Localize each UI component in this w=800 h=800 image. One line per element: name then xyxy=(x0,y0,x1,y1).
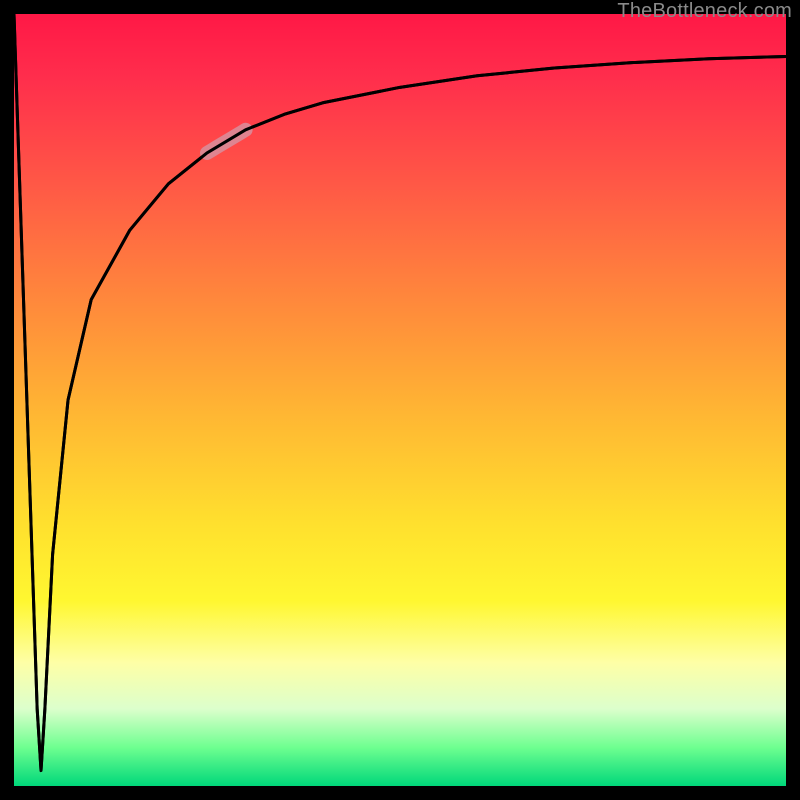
plot-area xyxy=(14,14,786,786)
bottleneck-chart: TheBottleneck.com xyxy=(0,0,800,800)
curve-layer xyxy=(14,14,786,786)
bottleneck-curve xyxy=(14,14,786,771)
attribution-label: TheBottleneck.com xyxy=(617,0,792,23)
bottleneck-curve-top xyxy=(14,14,786,771)
